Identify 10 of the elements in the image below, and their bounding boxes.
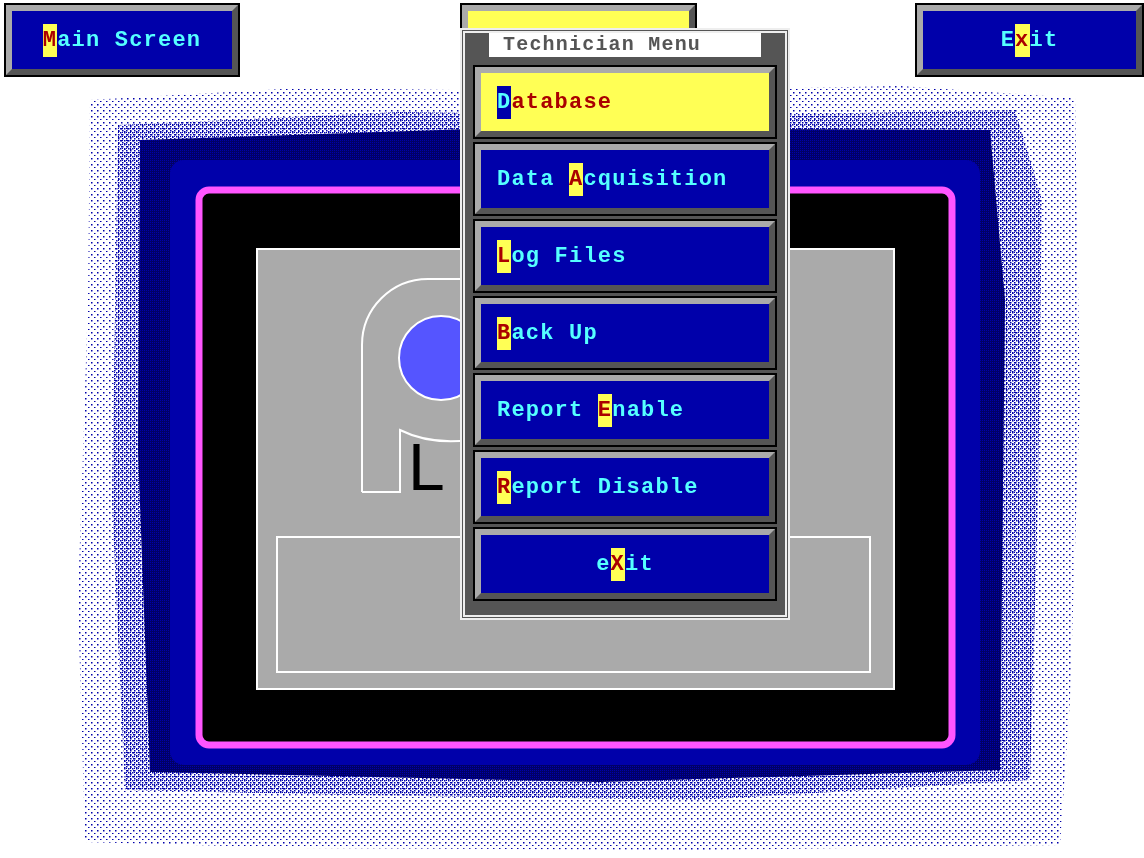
menu-item[interactable]: Report Disable [475, 452, 775, 522]
menu-item[interactable]: Back Up [475, 298, 775, 368]
exit-button[interactable]: Exit [917, 5, 1142, 75]
menu-item[interactable]: Database [475, 67, 775, 137]
menu-item[interactable]: Data Acquisition [475, 144, 775, 214]
logo-text: L [408, 434, 445, 500]
menu-item[interactable]: Log Files [475, 221, 775, 291]
menu-item[interactable]: Report Enable [475, 375, 775, 445]
main-screen-button[interactable]: Main Screen [6, 5, 238, 75]
menu-title: Technician Menu [489, 33, 761, 57]
